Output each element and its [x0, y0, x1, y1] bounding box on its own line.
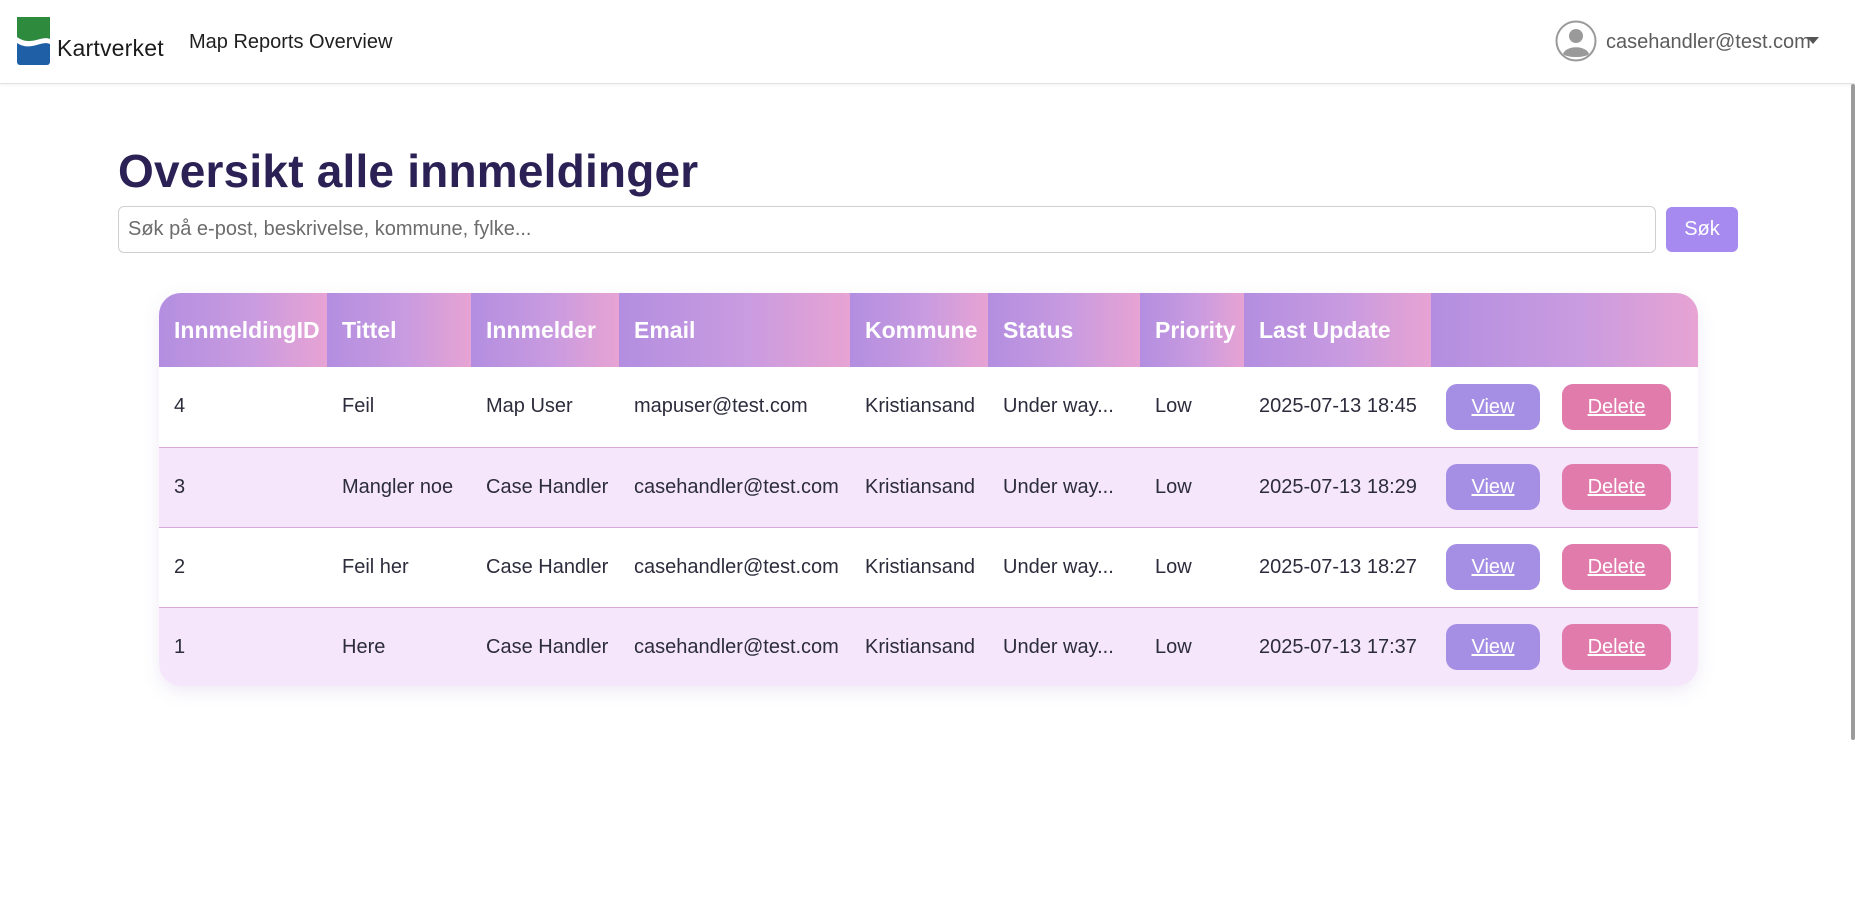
kartverket-logo[interactable]: [17, 17, 50, 65]
table-header-row: InnmeldingID Tittel Innmelder Email Komm…: [159, 293, 1698, 367]
brand-name[interactable]: Kartverket: [57, 35, 164, 62]
top-navbar: Kartverket Map Reports Overview casehand…: [0, 0, 1855, 84]
cell-status: Under way...: [1003, 635, 1114, 658]
cell-email: mapuser@test.com: [634, 395, 808, 418]
cell-reporter: Case Handler: [486, 635, 609, 658]
cell-title: Feil her: [342, 555, 409, 578]
nav-link-map-reports[interactable]: Map Reports Overview: [189, 31, 392, 54]
reports-table: InnmeldingID Tittel Innmelder Email Komm…: [159, 293, 1698, 686]
delete-button[interactable]: Delete: [1562, 383, 1671, 430]
user-menu-toggle[interactable]: casehandler@test.com: [1555, 18, 1855, 66]
table-row: 3 Mangler noe Case Handler casehandler@t…: [159, 447, 1698, 527]
cell-id: 3: [174, 475, 186, 498]
column-header-status[interactable]: Status: [988, 293, 1140, 367]
cell-last-update: 2025-07-13 17:37: [1259, 635, 1417, 658]
cell-id: 2: [174, 555, 186, 578]
cell-last-update: 2025-07-13 18:29: [1259, 475, 1417, 498]
cell-last-update: 2025-07-13 18:27: [1259, 555, 1417, 578]
cell-status: Under way...: [1003, 395, 1114, 418]
cell-email: casehandler@test.com: [634, 555, 839, 578]
cell-email: casehandler@test.com: [634, 635, 839, 658]
delete-button[interactable]: Delete: [1562, 544, 1671, 590]
column-header-reporter[interactable]: Innmelder: [471, 293, 619, 367]
cell-email: casehandler@test.com: [634, 475, 839, 498]
column-header-municipality[interactable]: Kommune: [850, 293, 988, 367]
cell-title: Feil: [342, 395, 375, 418]
page-scrollbar-thumb[interactable]: [1851, 84, 1855, 740]
search-input[interactable]: [118, 206, 1656, 253]
cell-priority: Low: [1155, 555, 1192, 578]
cell-municipality: Kristiansand: [865, 395, 976, 418]
cell-actions: View Delete: [1431, 447, 1698, 527]
table-row: 1 Here Case Handler casehandler@test.com…: [159, 607, 1698, 686]
cell-status: Under way...: [1003, 475, 1114, 498]
cell-municipality: Kristiansand: [865, 475, 976, 498]
cell-id: 1: [174, 635, 186, 658]
view-button[interactable]: View: [1446, 464, 1540, 510]
cell-title: Here: [342, 635, 386, 658]
column-header-title[interactable]: Tittel: [327, 293, 471, 367]
cell-municipality: Kristiansand: [865, 555, 976, 578]
view-button[interactable]: View: [1446, 383, 1540, 430]
view-button[interactable]: View: [1446, 544, 1540, 590]
column-header-email[interactable]: Email: [619, 293, 850, 367]
column-header-actions: [1431, 293, 1698, 367]
cell-priority: Low: [1155, 395, 1192, 418]
cell-id: 4: [174, 395, 186, 418]
cell-actions: View Delete: [1431, 607, 1698, 686]
user-email: casehandler@test.com: [1606, 31, 1811, 53]
delete-button[interactable]: Delete: [1562, 464, 1671, 510]
cell-reporter: Case Handler: [486, 555, 609, 578]
cell-status: Under way...: [1003, 555, 1114, 578]
user-avatar-icon: [1555, 20, 1597, 62]
cell-actions: View Delete: [1431, 367, 1698, 447]
table-row: 4 Feil Map User mapuser@test.com Kristia…: [159, 367, 1698, 447]
column-header-priority[interactable]: Priority: [1140, 293, 1244, 367]
cell-reporter: Map User: [486, 395, 573, 418]
delete-button[interactable]: Delete: [1562, 624, 1671, 671]
cell-last-update: 2025-07-13 18:45: [1259, 395, 1417, 418]
cell-municipality: Kristiansand: [865, 635, 976, 658]
column-header-id[interactable]: InnmeldingID: [159, 293, 327, 367]
cell-priority: Low: [1155, 635, 1192, 658]
cell-title: Mangler noe: [342, 475, 454, 498]
reports-table-card: InnmeldingID Tittel Innmelder Email Komm…: [159, 293, 1698, 686]
column-header-last-update[interactable]: Last Update: [1244, 293, 1431, 367]
page-title: Oversikt alle innmeldinger: [118, 145, 699, 197]
cell-priority: Low: [1155, 475, 1192, 498]
table-row: 2 Feil her Case Handler casehandler@test…: [159, 527, 1698, 607]
cell-actions: View Delete: [1431, 527, 1698, 607]
search-button[interactable]: Søk: [1666, 207, 1738, 252]
cell-reporter: Case Handler: [486, 475, 609, 498]
view-button[interactable]: View: [1446, 624, 1540, 671]
chevron-down-icon: [1807, 37, 1819, 44]
